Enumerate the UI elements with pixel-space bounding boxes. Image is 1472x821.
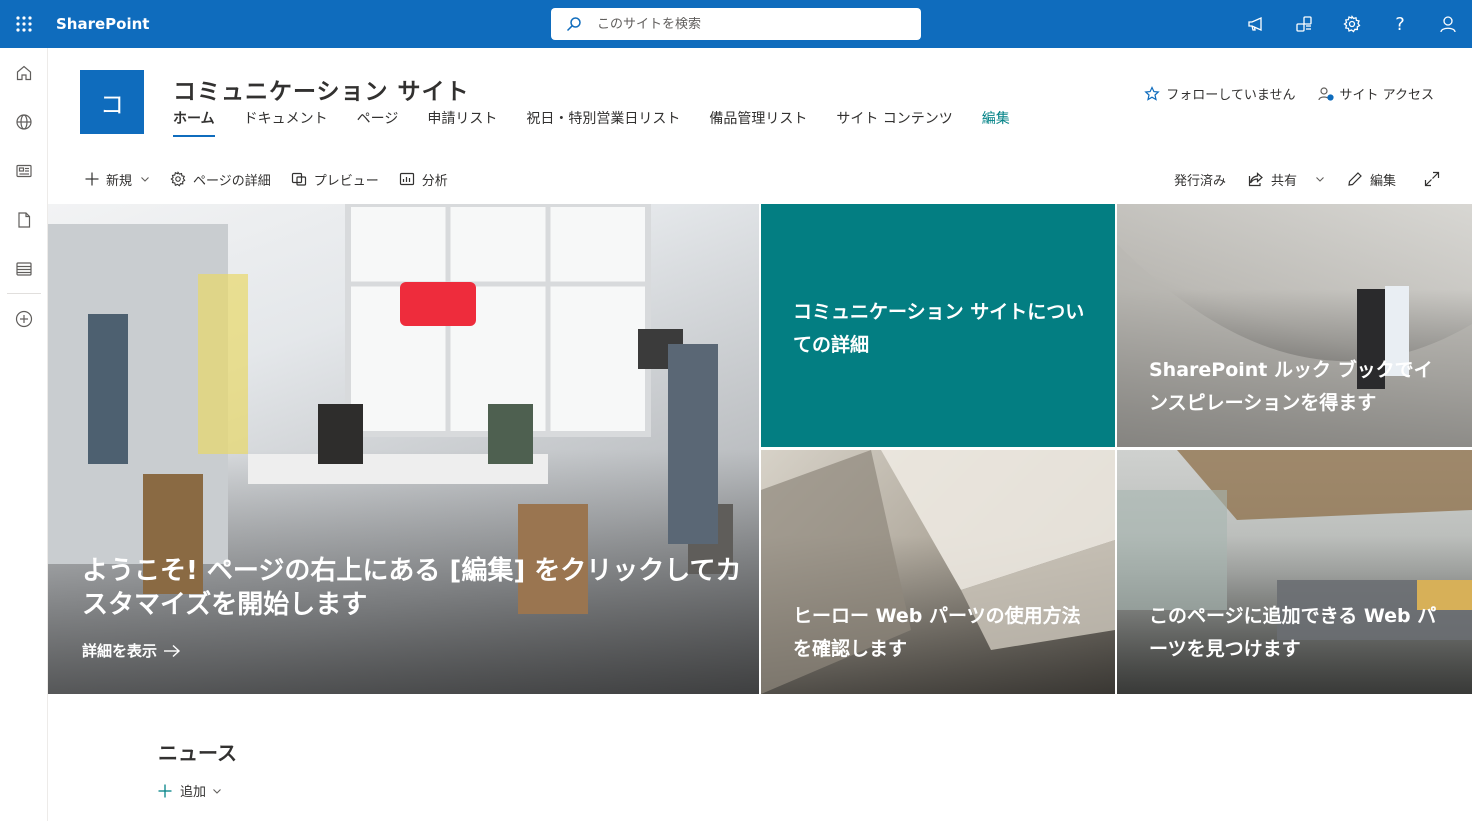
news-icon[interactable] — [0, 146, 48, 195]
megaphone-icon[interactable] — [1232, 0, 1280, 48]
preview-icon — [291, 171, 307, 187]
profile-icon[interactable] — [1424, 0, 1472, 48]
chevron-down-icon — [140, 174, 150, 184]
analytics-button[interactable]: 分析 — [399, 170, 448, 189]
help-icon[interactable]: ? — [1376, 0, 1424, 48]
page-details-label: ページの詳細 — [193, 173, 271, 189]
globe-icon[interactable] — [0, 97, 48, 146]
news-section-title: ニュース — [158, 741, 237, 765]
share-button[interactable]: 共有 — [1248, 170, 1325, 189]
pencil-icon — [1347, 171, 1363, 187]
left-rail — [0, 48, 48, 821]
site-access-label: サイト アクセス — [1339, 88, 1434, 103]
chevron-down-icon — [1315, 174, 1325, 184]
nav-item-documents[interactable]: ドキュメント — [244, 108, 328, 137]
activity-feed-icon[interactable] — [1280, 0, 1328, 48]
hero-tile-web-parts[interactable]: このページに追加できる Web パーツを見つけます — [1117, 450, 1472, 694]
plus-icon — [85, 172, 99, 186]
star-icon — [1144, 85, 1160, 102]
app-name[interactable]: SharePoint — [56, 0, 149, 48]
tile-caption: コミュニケーション サイトについての詳細 — [793, 301, 1085, 356]
nav-item-equipment-list[interactable]: 備品管理リスト — [709, 108, 807, 137]
share-label: 共有 — [1270, 173, 1297, 189]
site-access-button[interactable]: サイト アクセス — [1317, 84, 1434, 103]
preview-label: プレビュー — [313, 173, 379, 189]
add-news-label: 追加 — [180, 785, 207, 800]
nav-item-site-contents[interactable]: サイト コンテンツ — [836, 108, 952, 137]
arrow-right-icon — [163, 644, 181, 658]
see-details-link[interactable]: 詳細を表示 — [82, 640, 181, 661]
site-title[interactable]: コミュニケーション サイト — [173, 72, 470, 106]
search-icon — [551, 16, 597, 32]
share-icon — [1248, 171, 1264, 187]
command-bar: 新規 ページの詳細 プレビュー 分析 発行済み 共有 編集 — [48, 163, 1472, 195]
published-status: 発行済み — [1174, 170, 1226, 189]
search-box[interactable] — [551, 8, 921, 40]
new-label: 新規 — [106, 173, 133, 189]
follow-button[interactable]: フォローしていません — [1144, 84, 1296, 103]
list-icon[interactable] — [0, 244, 48, 293]
nav-item-home[interactable]: ホーム — [173, 108, 215, 137]
follow-label: フォローしていません — [1166, 88, 1296, 103]
gear-icon — [170, 171, 186, 187]
edit-label: 編集 — [1369, 173, 1396, 189]
published-label: 発行済み — [1173, 173, 1226, 189]
add-circle-icon[interactable] — [0, 294, 48, 343]
search-input[interactable] — [597, 16, 897, 32]
app-launcher-icon[interactable] — [0, 0, 48, 48]
analytics-label: 分析 — [421, 173, 448, 189]
home-icon[interactable] — [0, 48, 48, 97]
tile-caption: このページに追加できる Web パーツを見つけます — [1149, 605, 1437, 660]
expand-icon — [1424, 171, 1440, 187]
nav-item-pages[interactable]: ページ — [357, 108, 399, 137]
hero-tile-lookbook[interactable]: SharePoint ルック ブックでインスピレーションを得ます — [1117, 204, 1472, 447]
suite-bar: SharePoint ? — [0, 0, 1472, 48]
nav-edit-link[interactable]: 編集 — [982, 108, 1010, 137]
site-navigation: ホーム ドキュメント ページ 申請リスト 祝日・特別営業日リスト 備品管理リスト… — [173, 108, 1039, 137]
nav-item-holiday-list[interactable]: 祝日・特別営業日リスト — [526, 108, 680, 137]
hero-tile-hero-usage[interactable]: ヒーロー Web パーツの使用方法を確認します — [761, 450, 1115, 694]
site-logo[interactable]: コ — [80, 70, 144, 134]
preview-button[interactable]: プレビュー — [291, 170, 379, 189]
gear-icon[interactable] — [1328, 0, 1376, 48]
see-details-label: 詳細を表示 — [82, 642, 158, 660]
analytics-icon — [399, 171, 415, 187]
hero-main-tile[interactable]: ようこそ! ページの右上にある [編集] をクリックしてカスタマイズを開始します… — [48, 204, 759, 694]
tile-caption: ヒーロー Web パーツの使用方法を確認します — [793, 605, 1081, 660]
page-details-button[interactable]: ページの詳細 — [170, 170, 271, 189]
hero-main-caption: ようこそ! ページの右上にある [編集] をクリックしてカスタマイズを開始します — [82, 556, 742, 620]
new-button[interactable]: 新規 — [85, 170, 150, 189]
edit-button[interactable]: 編集 — [1347, 170, 1396, 189]
hero-web-part: ようこそ! ページの右上にある [編集] をクリックしてカスタマイズを開始します… — [48, 204, 1472, 694]
people-settings-icon — [1317, 86, 1334, 102]
chevron-down-icon — [212, 786, 222, 796]
tile-caption: SharePoint ルック ブックでインスピレーションを得ます — [1149, 359, 1433, 414]
document-icon[interactable] — [0, 195, 48, 244]
nav-item-request-list[interactable]: 申請リスト — [427, 108, 497, 137]
plus-icon — [158, 784, 172, 798]
add-news-button[interactable]: 追加 — [158, 781, 222, 800]
expand-button[interactable] — [1424, 171, 1440, 187]
hero-tile-about[interactable]: コミュニケーション サイトについての詳細 — [761, 204, 1115, 447]
